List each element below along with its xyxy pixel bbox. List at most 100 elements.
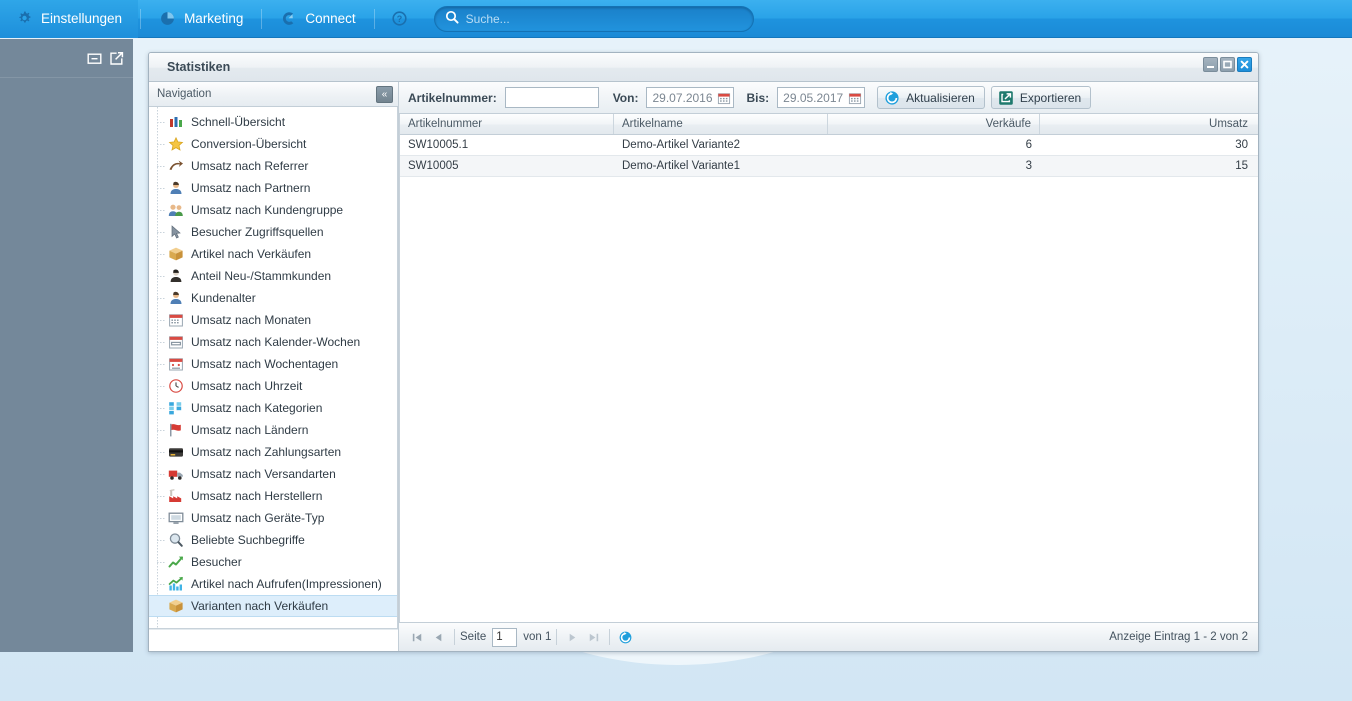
topbar-item-marketing[interactable]: Marketing	[143, 0, 259, 38]
sidebar-item-umsatz-nach-wochentagen[interactable]: Umsatz nach Wochentagen	[149, 353, 397, 375]
sidebar-item-conversion-bersicht[interactable]: Conversion-Übersicht	[149, 133, 397, 155]
statistics-window: Statistiken Navigation « Schnell-Übersic…	[148, 52, 1259, 652]
artikelnummer-input[interactable]	[504, 87, 599, 108]
minimize-icon[interactable]	[1203, 57, 1218, 72]
topbar-help-button[interactable]: ?	[377, 0, 422, 38]
topbar-item-connect[interactable]: Connect	[264, 0, 371, 38]
sidebar-item-besucher[interactable]: Besucher	[149, 551, 397, 573]
search-input[interactable]	[465, 11, 743, 26]
content-area: Artikelnummer: Von: 29.07.2016 Bis: 29.0…	[399, 82, 1258, 651]
sidebar-item-kundenalter[interactable]: Kundenalter	[149, 287, 397, 309]
table-row[interactable]: SW10005 Demo-Artikel Variante1 3 15	[400, 156, 1258, 177]
calendar-week-icon	[168, 334, 184, 350]
page-label: Seite	[460, 631, 487, 643]
von-label: Von:	[612, 90, 639, 105]
bis-date-field[interactable]	[777, 87, 866, 108]
sidebar-item-umsatz-nach-kalender-wochen[interactable]: Umsatz nach Kalender-Wochen	[149, 331, 397, 353]
sidebar-item-beliebte-suchbegriffe[interactable]: Beliebte Suchbegriffe	[149, 529, 397, 551]
von-date-input[interactable]	[652, 90, 715, 105]
calendar-month-icon	[168, 312, 184, 328]
sidebar-item-anteil-neu-stammkunden[interactable]: Anteil Neu-/Stammkunden	[149, 265, 397, 287]
sidebar-item-umsatz-nach-referrer[interactable]: Umsatz nach Referrer	[149, 155, 397, 177]
cell-verkaeufe: 3	[1025, 160, 1032, 172]
sidebar-item-label: Artikel nach Aufrufen(Impressionen)	[191, 577, 382, 591]
sidebar-item-umsatz-nach-kundengruppe[interactable]: Umsatz nach Kundengruppe	[149, 199, 397, 221]
sidebar-item-umsatz-nach-ger-te-typ[interactable]: Umsatz nach Geräte-Typ	[149, 507, 397, 529]
sidebar-item-umsatz-nach-uhrzeit[interactable]: Umsatz nach Uhrzeit	[149, 375, 397, 397]
maximize-icon[interactable]	[1220, 57, 1235, 72]
column-header-verkaeufe[interactable]: Verkäufe	[828, 114, 1040, 134]
export-button[interactable]: Exportieren	[990, 86, 1092, 109]
sidebar-item-umsatz-nach-kategorien[interactable]: Umsatz nach Kategorien	[149, 397, 397, 419]
export-button-label: Exportieren	[1019, 90, 1082, 105]
refresh-button[interactable]: Aktualisieren	[877, 86, 985, 109]
column-header-artikelnummer[interactable]: Artikelnummer	[400, 114, 614, 134]
sidebar-item-label: Umsatz nach Ländern	[191, 423, 309, 437]
column-header-artikelname[interactable]: Artikelname	[614, 114, 828, 134]
sidebar-item-umsatz-nach-l-ndern[interactable]: Umsatz nach Ländern	[149, 419, 397, 441]
global-search-box[interactable]	[433, 5, 754, 32]
bis-label: Bis:	[746, 90, 770, 105]
sidebar-item-umsatz-nach-zahlungsarten[interactable]: Umsatz nach Zahlungsarten	[149, 441, 397, 463]
sidebar-item-umsatz-nach-monaten[interactable]: Umsatz nach Monaten	[149, 309, 397, 331]
navigation-footer-spacer	[149, 629, 398, 651]
magnifier-icon	[168, 532, 184, 548]
left-panel-header	[0, 39, 133, 78]
sidebar-item-umsatz-nach-partnern[interactable]: Umsatz nach Partnern	[149, 177, 397, 199]
reload-icon[interactable]	[615, 627, 636, 648]
global-top-bar: Einstellungen Marketing Connect ?	[0, 0, 1352, 38]
navigation-collapse-button[interactable]: «	[376, 85, 393, 103]
column-header-umsatz[interactable]: Umsatz	[1040, 114, 1256, 134]
user-icon	[168, 290, 184, 306]
cell-artikelnummer: SW10005	[408, 160, 459, 172]
user-icon	[168, 180, 184, 196]
sidebar-item-label: Beliebte Suchbegriffe	[191, 533, 305, 547]
sidebar-item-schnell-bersicht[interactable]: Schnell-Übersicht	[149, 111, 397, 133]
factory-icon	[168, 488, 184, 504]
help-icon: ?	[391, 10, 408, 27]
artikelnummer-label: Artikelnummer:	[408, 90, 497, 105]
topbar-item-label: Marketing	[184, 11, 244, 26]
sidebar-item-umsatz-nach-herstellern[interactable]: Umsatz nach Herstellern	[149, 485, 397, 507]
sidebar-item-label: Umsatz nach Wochentagen	[191, 357, 339, 371]
sidebar-item-label: Schnell-Übersicht	[191, 115, 286, 129]
collapse-box-icon[interactable]	[87, 51, 102, 66]
next-page-icon[interactable]	[562, 627, 583, 648]
bis-date-input[interactable]	[783, 90, 846, 105]
sidebar-item-umsatz-nach-versandarten[interactable]: Umsatz nach Versandarten	[149, 463, 397, 485]
sidebar-item-artikel-nach-aufrufen-impressionen[interactable]: Artikel nach Aufrufen(Impressionen)	[149, 573, 397, 595]
sidebar-item-artikel-nach-verk-ufen[interactable]: Artikel nach Verkäufen	[149, 243, 397, 265]
table-row[interactable]: SW10005.1 Demo-Artikel Variante2 6 30	[400, 135, 1258, 156]
cell-umsatz: 30	[1235, 139, 1248, 151]
monitor-icon	[168, 510, 184, 526]
first-page-icon[interactable]	[407, 627, 428, 648]
window-body: Navigation « Schnell-Übersicht Conversion…	[149, 82, 1258, 651]
window-title-bar[interactable]: Statistiken	[149, 53, 1258, 82]
sidebar-item-label: Umsatz nach Versandarten	[191, 467, 336, 481]
topbar-item-einstellungen[interactable]: Einstellungen	[0, 0, 139, 38]
sidebar-item-besucher-zugriffsquellen[interactable]: Besucher Zugriffsquellen	[149, 221, 397, 243]
calendar-day-icon	[168, 356, 184, 372]
von-date-field[interactable]	[646, 87, 735, 108]
users-group-icon	[168, 202, 184, 218]
page-number-input[interactable]	[492, 627, 518, 647]
pagination-bar: Seite von 1	[399, 622, 1258, 651]
close-icon[interactable]	[1237, 57, 1252, 72]
last-page-icon[interactable]	[583, 627, 604, 648]
sidebar-item-varianten-nach-verk-ufen[interactable]: Varianten nach Verkäufen	[149, 595, 397, 617]
page-title: Statistiken	[167, 60, 231, 74]
cursor-arrow-icon	[168, 224, 184, 240]
calendar-icon[interactable]	[845, 88, 864, 107]
cell-artikelnummer: SW10005.1	[408, 139, 469, 151]
sidebar-item-label: Umsatz nach Geräte-Typ	[191, 511, 325, 525]
sitemap-icon	[168, 400, 184, 416]
prev-page-icon[interactable]	[428, 627, 449, 648]
calendar-icon[interactable]	[714, 88, 733, 107]
pagination-status: Anzeige Eintrag 1 - 2 von 2	[1109, 631, 1248, 643]
cell-artikelname: Demo-Artikel Variante2	[622, 139, 741, 151]
sidebar-item-label: Besucher	[191, 555, 242, 569]
sidebar-item-label: Umsatz nach Referrer	[191, 159, 309, 173]
navigation-panel: Navigation « Schnell-Übersicht Conversion…	[149, 82, 399, 651]
sidebar-item-label: Umsatz nach Kundengruppe	[191, 203, 344, 217]
external-link-icon[interactable]	[109, 51, 124, 66]
